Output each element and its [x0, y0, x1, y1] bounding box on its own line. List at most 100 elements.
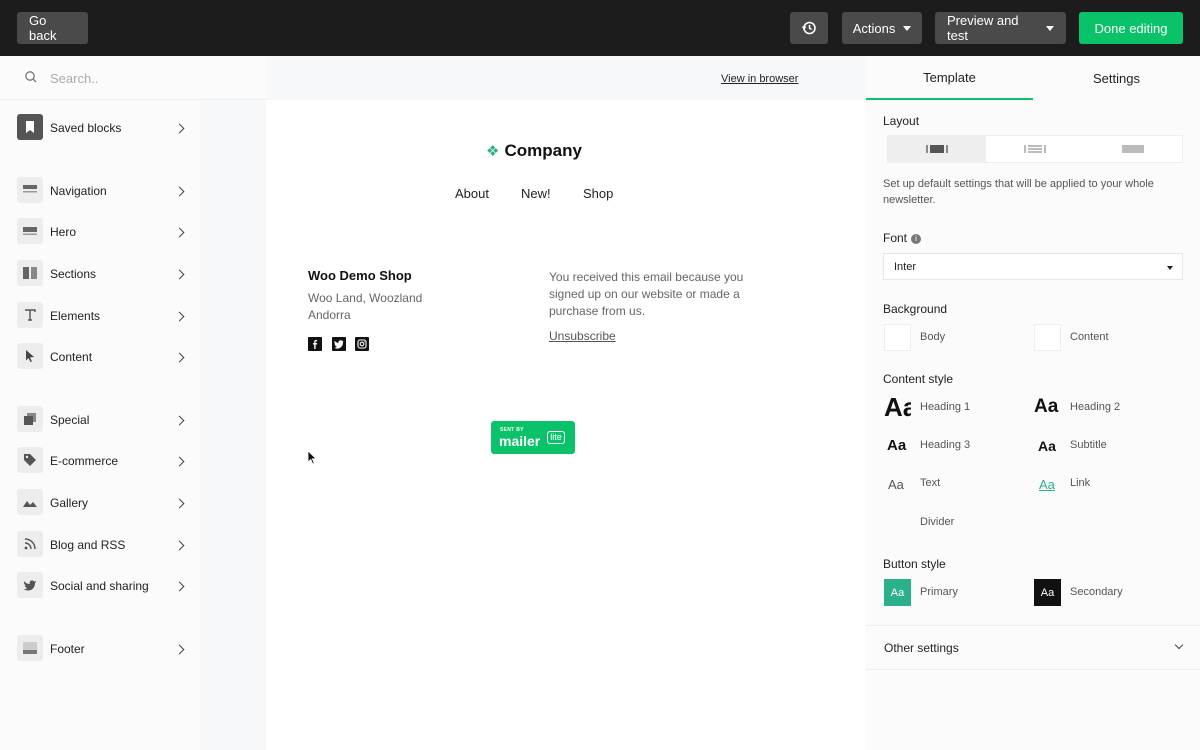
heading3-label: Heading 3	[920, 439, 971, 451]
chevron-right-icon	[174, 540, 185, 550]
background-heading: Background	[883, 302, 948, 316]
done-editing-button[interactable]: Done editing	[1079, 12, 1183, 44]
other-settings-toggle[interactable]: Other settings	[866, 625, 1200, 670]
subtitle-style-sample[interactable]: Aa	[1038, 438, 1056, 454]
company-logo[interactable]: ❖ Company	[486, 141, 582, 161]
sidebar-item-hero[interactable]: Hero	[0, 214, 200, 250]
content-color-swatch[interactable]	[1034, 324, 1061, 351]
text-label: Text	[920, 477, 941, 489]
sidebar-item-navigation[interactable]: Navigation	[0, 173, 200, 209]
layout-option-wide[interactable]	[1084, 136, 1182, 162]
chevron-down-icon	[1174, 640, 1184, 650]
sidebar-item-sections[interactable]: Sections	[0, 256, 200, 292]
cursor-icon	[17, 343, 43, 369]
mailerlite-badge[interactable]: SENT BY mailer lite	[491, 421, 575, 454]
sidebar-item-label: Content	[50, 350, 93, 364]
sidebar-item-elements[interactable]: Elements	[0, 298, 200, 334]
email-reason-text: You received this email because you sign…	[549, 270, 744, 318]
chevron-right-icon	[174, 311, 185, 321]
badge-lite: lite	[547, 431, 565, 444]
mouse-cursor-icon	[307, 450, 317, 465]
caret-down-icon	[903, 25, 912, 31]
rss-icon	[17, 531, 43, 557]
layout-option-narrow[interactable]	[888, 136, 986, 162]
layout-description: Set up default settings that will be app…	[883, 178, 1154, 206]
actions-label: Actions	[852, 20, 896, 36]
preview-and-test-button[interactable]: Preview and test	[935, 12, 1066, 44]
sidebar-item-label: Gallery	[50, 496, 89, 510]
sidebar-item-gallery[interactable]: Gallery	[0, 485, 200, 521]
facebook-icon[interactable]	[308, 337, 322, 351]
image-icon	[17, 489, 43, 515]
chevron-right-icon	[174, 352, 185, 362]
chevron-right-icon	[174, 644, 185, 654]
view-in-browser-link[interactable]: View in browser	[721, 73, 798, 85]
sidebar-item-label: Elements	[50, 309, 101, 323]
secondary-button-style[interactable]: Aa	[1034, 579, 1061, 606]
go-back-button[interactable]: Go back	[17, 12, 88, 44]
sidebar-item-label: Footer	[50, 642, 85, 656]
tab-template[interactable]: Template	[866, 56, 1033, 100]
font-heading: Font i	[883, 231, 922, 245]
bookmark-icon	[17, 114, 43, 140]
heading1-sample-text: Aa	[884, 392, 911, 422]
sidebar-item-label: E-commerce	[50, 454, 119, 468]
content-style-heading: Content style	[883, 372, 954, 386]
chevron-right-icon	[174, 123, 185, 133]
heading1-style-sample[interactable]: Aa	[884, 392, 911, 422]
sidebar-item-label: Navigation	[50, 184, 107, 198]
twitter-icon[interactable]	[332, 337, 346, 351]
chevron-right-icon	[174, 456, 185, 466]
dropdown-arrow-icon	[1167, 266, 1173, 270]
badge-mailer: mailer	[499, 433, 541, 449]
link-label: Link	[1070, 477, 1091, 489]
sidebar-item-saved-blocks[interactable]: Saved blocks	[0, 110, 200, 146]
shop-address-line2: Andorra	[308, 308, 351, 322]
info-icon[interactable]: i	[911, 234, 922, 244]
sidebar-item-special[interactable]: Special	[0, 402, 200, 438]
history-button[interactable]	[790, 12, 828, 44]
body-color-swatch[interactable]	[884, 324, 911, 351]
email-nav-shop[interactable]: Shop	[583, 186, 613, 201]
font-select[interactable]: Inter	[883, 253, 1183, 280]
heading3-style-sample[interactable]: Aa	[887, 437, 906, 454]
heading2-style-sample[interactable]: Aa	[1034, 396, 1058, 418]
search-input[interactable]	[50, 68, 250, 88]
sidebar-item-blog-and-rss[interactable]: Blog and RSS	[0, 527, 200, 563]
company-name: Company	[504, 141, 582, 160]
chevron-right-icon	[174, 227, 185, 237]
layout-option-lines[interactable]	[986, 136, 1084, 162]
sidebar-item-label: Saved blocks	[50, 121, 122, 135]
secondary-label: Secondary	[1070, 586, 1123, 598]
chevron-right-icon	[174, 581, 185, 591]
navigation-icon	[17, 177, 43, 203]
chevron-right-icon	[174, 498, 185, 508]
email-nav-new[interactable]: New!	[521, 186, 551, 201]
email-nav-about[interactable]: About	[455, 186, 489, 201]
sidebar-item-label: Blog and RSS	[50, 538, 126, 552]
tag-icon	[17, 447, 43, 473]
divider-style[interactable]: Divider	[920, 516, 954, 528]
sidebar-item-label: Hero	[50, 225, 77, 239]
shop-name: Woo Demo Shop	[308, 268, 412, 283]
search-bar	[0, 56, 266, 100]
layout-selector	[887, 135, 1183, 163]
sidebar-item-ecommerce[interactable]: E-commerce	[0, 443, 200, 479]
text-style-sample[interactable]: Aa	[888, 477, 904, 492]
instagram-icon[interactable]	[355, 337, 369, 351]
history-icon	[801, 21, 816, 35]
link-style-sample[interactable]: Aa	[1039, 477, 1055, 492]
primary-button-style[interactable]: Aa	[884, 579, 911, 606]
actions-button[interactable]: Actions	[842, 12, 922, 44]
text-icon	[17, 302, 43, 328]
unsubscribe-link[interactable]: Unsubscribe	[549, 329, 616, 343]
top-bar: Go back Actions Preview and test Done ed…	[0, 0, 1200, 56]
sidebar-item-label: Special	[50, 413, 90, 427]
sidebar-item-content[interactable]: Content	[0, 339, 200, 375]
hero-icon	[17, 218, 43, 244]
sidebar-item-footer[interactable]: Footer	[0, 631, 200, 667]
preview-label: Preview and test	[947, 13, 1019, 43]
sidebar-item-social-and-sharing[interactable]: Social and sharing	[0, 568, 200, 604]
chevron-right-icon	[174, 269, 185, 279]
tab-settings[interactable]: Settings	[1033, 56, 1200, 100]
